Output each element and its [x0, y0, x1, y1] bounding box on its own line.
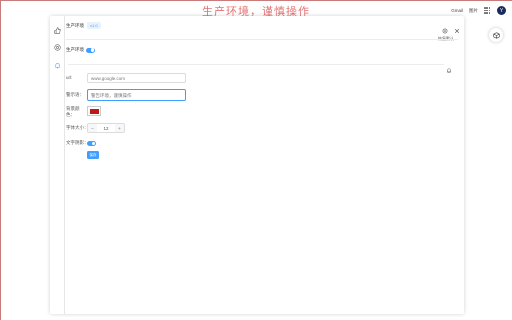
text-shadow-toggle[interactable] — [87, 141, 96, 146]
font-size-stepper: − 12 + — [87, 123, 125, 133]
text-shadow-label: 文字阴影： — [66, 140, 89, 145]
settings-circle-icon[interactable] — [53, 43, 61, 51]
frame-left-border — [0, 0, 1, 320]
close-icon[interactable] — [454, 21, 460, 39]
tip-input[interactable]: 警告环境，谨慎操作 — [87, 89, 186, 101]
font-size-label: 字体大小： — [66, 125, 89, 130]
environment-toggle-label: 生产环境 — [66, 47, 84, 52]
increment-button[interactable]: + — [115, 124, 124, 132]
panel-header: 生产环境 v1.0 — [66, 22, 101, 29]
tip-label: 警示语： — [66, 92, 84, 97]
color-label: 背景颜色： — [66, 106, 80, 117]
side-rail — [50, 16, 65, 314]
google-top-bar: Gmail 图片 Y — [451, 6, 506, 15]
avatar[interactable]: Y — [497, 6, 506, 15]
save-button[interactable]: 保存 — [87, 151, 99, 159]
color-picker[interactable] — [87, 106, 101, 116]
thumbs-up-icon[interactable] — [53, 26, 61, 34]
panel-title: 生产环境 — [66, 22, 84, 28]
font-size-value[interactable]: 12 — [97, 124, 115, 132]
version-tag: v1.0 — [87, 22, 101, 29]
environment-toggle[interactable] — [86, 47, 95, 53]
settings-panel: 生产环境 v1.0 恢复默认 生产环境 url: www.google.com … — [50, 16, 464, 314]
url-label: url: — [66, 75, 73, 80]
section-divider — [68, 64, 444, 65]
extension-cube-icon[interactable] — [489, 28, 503, 42]
decrement-button[interactable]: − — [88, 124, 97, 132]
bell-outline-icon[interactable] — [446, 61, 452, 79]
environment-toggle-row: 生产环境 — [66, 47, 95, 53]
color-swatch — [89, 108, 99, 114]
bell-icon[interactable] — [53, 61, 61, 69]
frame-top-border — [0, 0, 512, 1]
images-link[interactable]: 图片 — [469, 8, 478, 14]
apps-grid-icon[interactable] — [484, 7, 491, 14]
header-divider — [66, 39, 458, 40]
url-input[interactable]: www.google.com — [87, 73, 186, 83]
gmail-link[interactable]: Gmail — [451, 8, 463, 13]
